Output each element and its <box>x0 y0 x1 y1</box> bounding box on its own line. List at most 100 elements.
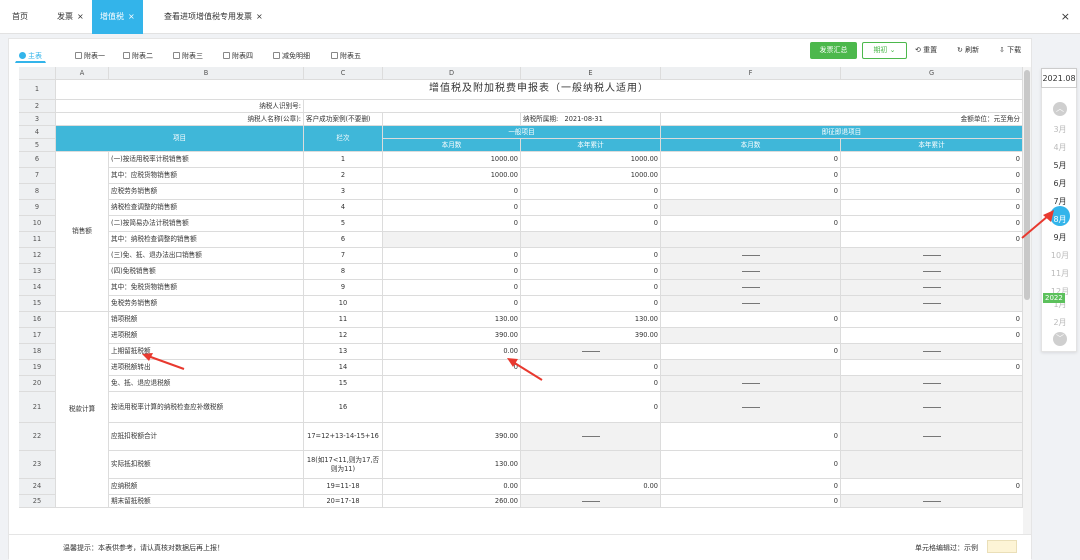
tab-home[interactable]: 首页 <box>12 0 28 34</box>
column-header-G[interactable]: G <box>841 67 1023 80</box>
refund-year-cell[interactable]: 0 <box>841 152 1023 168</box>
refund-month-cell[interactable]: 0 <box>661 168 841 184</box>
timeline-month-6[interactable]: 6月 <box>1042 178 1078 189</box>
general-month-cell[interactable]: 0 <box>383 248 521 264</box>
general-year-cell[interactable]: 0 <box>521 200 661 216</box>
general-year-cell[interactable]: 0 <box>521 296 661 312</box>
sheet-tab-main[interactable]: 主表 <box>15 47 46 63</box>
general-year-cell[interactable]: 0 <box>521 184 661 200</box>
close-icon[interactable]: × <box>77 12 84 21</box>
general-year-cell[interactable]: 1000.00 <box>521 152 661 168</box>
refund-month-cell[interactable]: 0 <box>661 495 841 508</box>
general-month-cell[interactable]: 0.00 <box>383 344 521 360</box>
general-year-cell[interactable]: 0 <box>521 248 661 264</box>
refund-month-cell[interactable]: 0 <box>661 451 841 479</box>
timeline-month-4[interactable]: 4月 <box>1042 142 1078 153</box>
row-number[interactable]: 5 <box>19 139 56 152</box>
refund-month-cell[interactable] <box>661 376 841 392</box>
refund-month-cell[interactable]: 0 <box>661 152 841 168</box>
sheet-tab-schedule-3[interactable]: 附表三 <box>169 47 207 63</box>
chevron-down-icon[interactable]: ﹀ <box>1053 332 1067 346</box>
general-month-cell[interactable]: 0 <box>383 360 521 376</box>
general-month-cell[interactable]: 260.00 <box>383 495 521 508</box>
general-year-cell[interactable]: 0 <box>521 264 661 280</box>
general-month-cell[interactable]: 0 <box>383 280 521 296</box>
general-year-cell[interactable]: 0 <box>521 216 661 232</box>
tab-invoice[interactable]: 发票 × <box>57 0 84 34</box>
column-header-F[interactable]: F <box>661 67 841 80</box>
row-number[interactable]: 2 <box>19 100 56 113</box>
general-month-cell[interactable] <box>383 232 521 248</box>
timeline-month-2022-2[interactable]: 2月 <box>1042 317 1078 328</box>
row-number[interactable]: 19 <box>19 360 56 376</box>
close-icon[interactable]: × <box>256 12 263 21</box>
close-icon[interactable]: × <box>128 12 135 21</box>
general-year-cell[interactable] <box>521 232 661 248</box>
invoice-summary-button[interactable]: 发票汇总 <box>810 42 857 59</box>
refund-year-cell[interactable]: 0 <box>841 479 1023 495</box>
refund-year-cell[interactable]: 0 <box>841 328 1023 344</box>
scrollbar-thumb[interactable] <box>1024 70 1030 300</box>
column-header-D[interactable]: D <box>383 67 521 80</box>
general-month-cell[interactable]: 0 <box>383 184 521 200</box>
refund-year-cell[interactable] <box>841 392 1023 423</box>
general-year-cell[interactable] <box>521 423 661 451</box>
row-number[interactable]: 24 <box>19 479 56 495</box>
general-month-cell[interactable]: 0 <box>383 200 521 216</box>
refund-year-cell[interactable] <box>841 344 1023 360</box>
refund-year-cell[interactable] <box>841 376 1023 392</box>
column-header-A[interactable]: A <box>56 67 109 80</box>
opening-period-dropdown[interactable]: 期初 ⌄ <box>862 42 907 59</box>
general-year-cell[interactable]: 390.00 <box>521 328 661 344</box>
row-number[interactable]: 14 <box>19 280 56 296</box>
general-month-cell[interactable]: 1000.00 <box>383 152 521 168</box>
column-header-B[interactable]: B <box>109 67 304 80</box>
column-header-C[interactable]: C <box>304 67 383 80</box>
refund-month-cell[interactable] <box>661 280 841 296</box>
refund-year-cell[interactable]: 0 <box>841 360 1023 376</box>
timeline-month-11[interactable]: 11月 <box>1042 268 1078 279</box>
refund-month-cell[interactable] <box>661 248 841 264</box>
row-number[interactable]: 11 <box>19 232 56 248</box>
refund-month-cell[interactable]: 0 <box>661 184 841 200</box>
download-button[interactable]: ⇩ 下载 <box>999 42 1021 59</box>
row-number[interactable]: 21 <box>19 392 56 423</box>
refund-year-cell[interactable]: 0 <box>841 232 1023 248</box>
refund-month-cell[interactable]: 0 <box>661 479 841 495</box>
refund-month-cell[interactable]: 0 <box>661 312 841 328</box>
refund-month-cell[interactable] <box>661 392 841 423</box>
row-number[interactable]: 18 <box>19 344 56 360</box>
refund-month-cell[interactable]: 0 <box>661 216 841 232</box>
general-year-cell[interactable] <box>521 495 661 508</box>
row-number[interactable]: 9 <box>19 200 56 216</box>
sheet-tab-schedule-2[interactable]: 附表二 <box>119 47 157 63</box>
refund-year-cell[interactable]: 0 <box>841 312 1023 328</box>
row-number[interactable]: 12 <box>19 248 56 264</box>
refund-month-cell[interactable] <box>661 296 841 312</box>
refund-year-cell[interactable] <box>841 495 1023 508</box>
refund-month-cell[interactable] <box>661 200 841 216</box>
sheet-tab-reduction[interactable]: 减免明细 <box>269 47 314 63</box>
refund-month-cell[interactable] <box>661 232 841 248</box>
timeline-month-10[interactable]: 10月 <box>1042 250 1078 261</box>
row-number[interactable]: 16 <box>19 312 56 328</box>
current-period-label[interactable]: 2021.08 <box>1041 68 1077 88</box>
tab-vat[interactable]: 增值税 × <box>92 0 143 34</box>
row-number[interactable]: 6 <box>19 152 56 168</box>
timeline-month-3[interactable]: 3月 <box>1042 124 1078 135</box>
reset-button[interactable]: ⟲ 重置 <box>915 42 937 59</box>
general-month-cell[interactable]: 0 <box>383 264 521 280</box>
general-year-cell[interactable]: 1000.00 <box>521 168 661 184</box>
general-year-cell[interactable]: 0 <box>521 392 661 423</box>
column-header-E[interactable]: E <box>521 67 661 80</box>
row-number[interactable]: 13 <box>19 264 56 280</box>
row-number[interactable]: 23 <box>19 451 56 479</box>
refund-year-cell[interactable] <box>841 248 1023 264</box>
refund-year-cell[interactable] <box>841 451 1023 479</box>
refund-year-cell[interactable] <box>841 280 1023 296</box>
general-year-cell[interactable]: 130.00 <box>521 312 661 328</box>
sheet-tab-schedule-5[interactable]: 附表五 <box>327 47 365 63</box>
general-month-cell[interactable]: 390.00 <box>383 423 521 451</box>
row-number[interactable]: 1 <box>19 80 56 100</box>
general-year-cell[interactable] <box>521 451 661 479</box>
